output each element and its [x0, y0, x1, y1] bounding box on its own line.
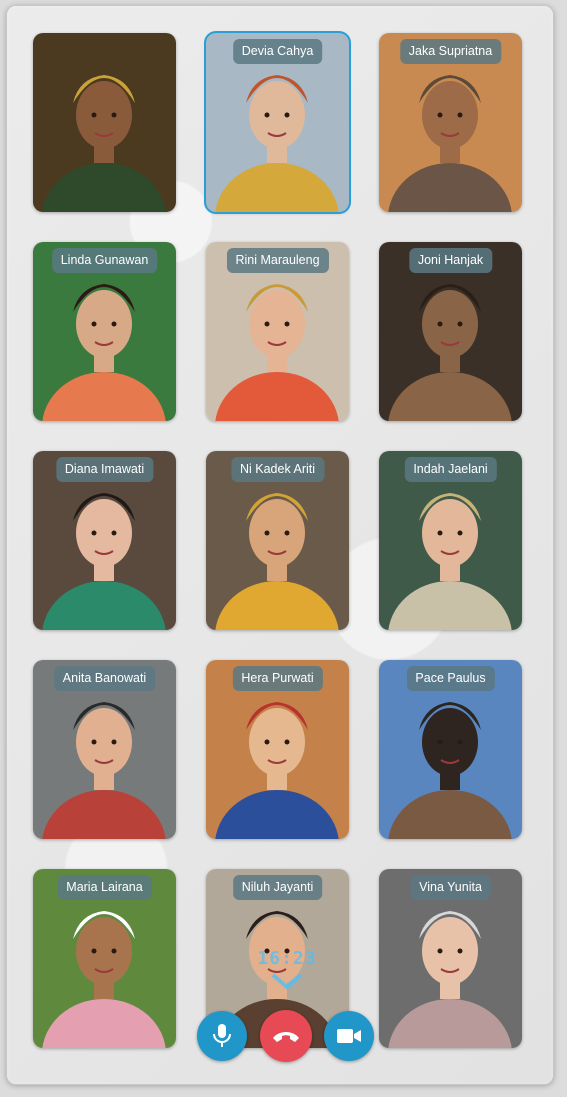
hang-up-button[interactable]: [260, 1010, 312, 1062]
video-camera-icon: [337, 1029, 361, 1043]
participant-tile[interactable]: Rini Marauleng: [206, 242, 349, 421]
phone-hangup-icon: [273, 1032, 299, 1042]
participant-name-label: Linda Gunawan: [51, 248, 158, 273]
camera-toggle-button[interactable]: [324, 1011, 374, 1061]
participant-name-label: Jaka Supriatna: [399, 39, 502, 64]
participant-name-label: Anita Banowati: [53, 666, 156, 691]
participant-tile[interactable]: Jaka Supriatna: [379, 33, 522, 212]
participant-name-label: Rini Marauleng: [226, 248, 329, 273]
participant-video: [33, 33, 176, 212]
call-controls: [197, 1010, 375, 1063]
participant-name-label: Indah Jaelani: [404, 457, 497, 482]
participant-name-label: Maria Lairana: [57, 875, 152, 900]
chevron-down-icon[interactable]: [269, 971, 305, 991]
participant-tile[interactable]: [33, 33, 176, 212]
participant-tile[interactable]: Pace Paulus: [379, 660, 522, 839]
participant-tile[interactable]: Joni Hanjak: [379, 242, 522, 421]
participant-name-label: Joni Hanjak: [408, 248, 493, 273]
participant-name-label: Pace Paulus: [406, 666, 495, 691]
participant-tile[interactable]: Ni Kadek Ariti: [206, 451, 349, 630]
microphone-icon: [213, 1024, 231, 1047]
participant-tile[interactable]: Hera Purwati: [206, 660, 349, 839]
participant-tile[interactable]: Vina Yunita: [379, 869, 522, 1048]
participant-name-label: Vina Yunita: [410, 875, 491, 900]
participant-name-label: Ni Kadek Ariti: [230, 457, 325, 482]
participant-tile[interactable]: Maria Lairana: [33, 869, 176, 1048]
participant-tile[interactable]: Devia Cahya: [204, 31, 351, 214]
participant-name-label: Devia Cahya: [232, 39, 323, 64]
call-timer: 16:23: [257, 948, 317, 969]
participant-grid: Devia Cahya Jaka Supriatna Linda Gunawan Ri…: [33, 31, 531, 1048]
video-call-screen: Devia Cahya Jaka Supriatna Linda Gunawan Ri…: [6, 5, 554, 1085]
participant-name-label: Hera Purwati: [232, 666, 323, 691]
mute-button[interactable]: [197, 1011, 247, 1061]
participant-name-label: Diana Imawati: [55, 457, 154, 482]
participant-name-label: Niluh Jayanti: [232, 875, 323, 900]
participant-tile[interactable]: Anita Banowati: [33, 660, 176, 839]
participant-tile[interactable]: Indah Jaelani: [379, 451, 522, 630]
participant-tile[interactable]: Linda Gunawan: [33, 242, 176, 421]
participant-tile[interactable]: Diana Imawati: [33, 451, 176, 630]
